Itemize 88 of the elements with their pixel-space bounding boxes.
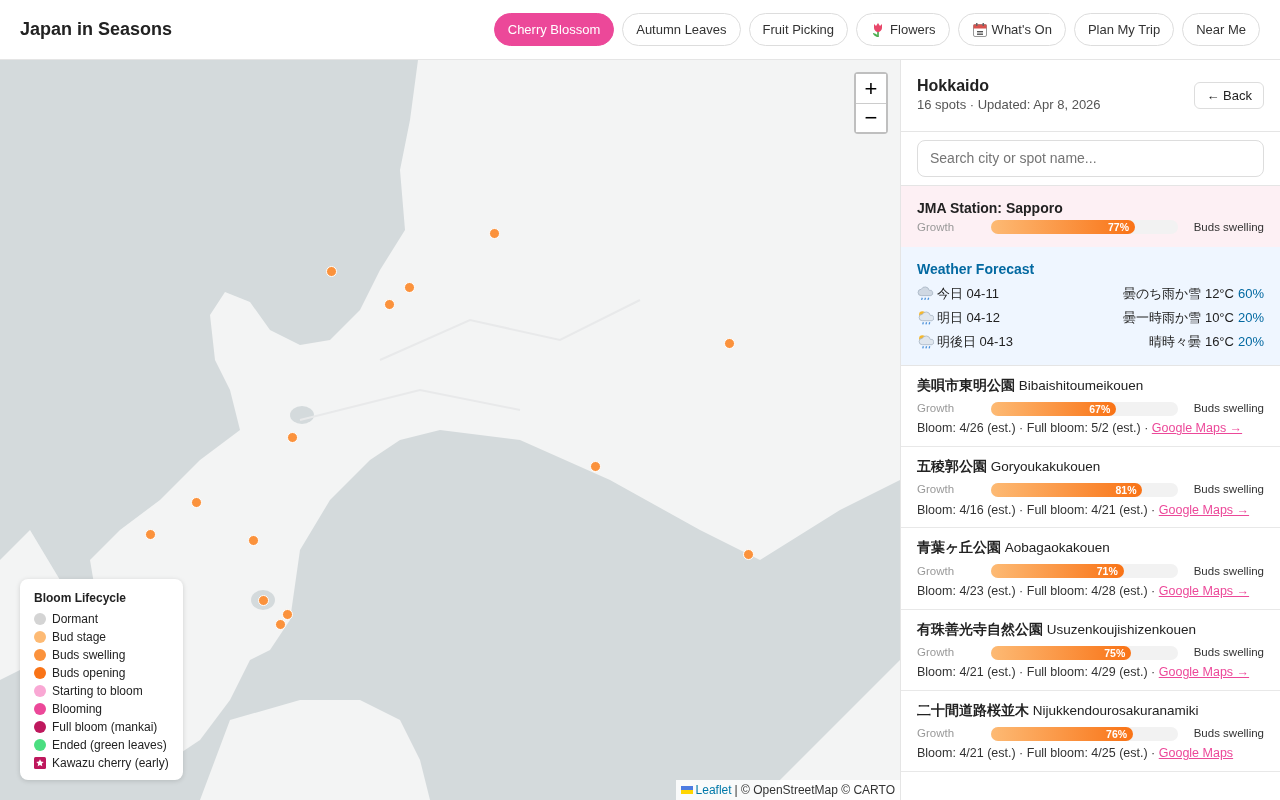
spot-name: 美唄市東明公園 Bibaishitoumeikouen bbox=[917, 376, 1145, 395]
region-title: Hokkaido bbox=[917, 76, 990, 96]
status-text: Buds swelling bbox=[1193, 563, 1264, 579]
station-title: JMA Station: Sapporo bbox=[917, 198, 1064, 218]
forecast-day: 今日 04-11 bbox=[937, 284, 999, 304]
google-maps-link[interactable]: Google Maps → bbox=[1151, 421, 1243, 436]
map-marker[interactable] bbox=[743, 549, 754, 560]
sun-cloud-rain-icon bbox=[917, 333, 934, 351]
forecast-day: 明後日 04-13 bbox=[937, 332, 1013, 352]
forecast-text: 曇一時雨か雪 10°C bbox=[1123, 309, 1234, 328]
back-button[interactable]: ← Back bbox=[1194, 81, 1264, 110]
bloom-dates: Bloom: 4/23 (est.) · Full bloom: 4/28 (est.) · Google Maps → bbox=[917, 582, 1251, 600]
nav-tab[interactable]: Fruit Picking bbox=[748, 12, 849, 47]
progress-fill: 77% bbox=[991, 220, 1135, 235]
bloom-dates: Bloom: 4/21 (est.) · Full bloom: 4/29 (est.) · Google Maps → bbox=[917, 664, 1251, 682]
map-marker[interactable] bbox=[275, 619, 286, 630]
search-field[interactable]: Search city or spot name... bbox=[917, 139, 1264, 177]
growth-label: Growth bbox=[917, 563, 956, 579]
rain-cloud-icon bbox=[917, 285, 934, 303]
status-text: Buds swelling bbox=[1193, 219, 1264, 235]
attribution-text: | © OpenStreetMap © CARTO bbox=[734, 782, 895, 799]
map-marker[interactable] bbox=[258, 595, 269, 606]
map-marker[interactable] bbox=[724, 338, 735, 349]
nav-tab[interactable]: Near Me bbox=[1182, 12, 1260, 47]
legend-label: Starting to bloom bbox=[52, 683, 143, 700]
progress-fill: 75% bbox=[991, 645, 1132, 660]
google-maps-link[interactable]: Google Maps → bbox=[1158, 665, 1250, 680]
spot-name: 二十間道路桜並木 Nijukkendourosakuranamiki bbox=[917, 701, 1200, 720]
map-marker[interactable] bbox=[282, 609, 293, 620]
nav-tab[interactable]: Plan My Trip bbox=[1073, 12, 1175, 47]
bloom-dates: Bloom: 4/16 (est.) · Full bloom: 4/21 (est.) · Google Maps → bbox=[917, 501, 1251, 519]
status-text: Buds swelling bbox=[1193, 482, 1264, 498]
legend-title: Bloom Lifecycle bbox=[34, 590, 128, 607]
flag-icon bbox=[680, 786, 693, 794]
growth-label: Growth bbox=[917, 482, 956, 498]
progress-fill: 67% bbox=[991, 401, 1117, 416]
rain-chance: 20% bbox=[1237, 333, 1264, 352]
google-maps-link[interactable]: Google Maps → bbox=[1158, 502, 1250, 517]
growth-label: Growth bbox=[917, 644, 956, 660]
nav-tab[interactable]: Cherry Blossom bbox=[493, 12, 615, 47]
weather-title: Weather Forecast bbox=[917, 259, 1036, 279]
status-text: Buds swelling bbox=[1193, 644, 1264, 660]
legend-label: Ended (green leaves) bbox=[52, 737, 167, 754]
map-marker[interactable] bbox=[287, 432, 298, 443]
rain-chance: 60% bbox=[1237, 285, 1264, 304]
forecast-text: 曇のち雨か雪 12°C bbox=[1123, 285, 1234, 304]
nav-tab[interactable]: Flowers bbox=[856, 12, 950, 47]
zoom-out-button[interactable]: − bbox=[856, 103, 886, 132]
spot-name: 五稜郭公園 Goryoukakukouen bbox=[917, 458, 1102, 477]
spot-name: 青葉ヶ丘公園 Aobagaokakouen bbox=[917, 539, 1111, 558]
sun-cloud-rain-icon bbox=[917, 309, 934, 327]
legend-label: Buds opening bbox=[52, 665, 126, 682]
legend-label: Kawazu cherry (early) bbox=[52, 755, 169, 772]
spot-name: 有珠善光寺自然公園 Usuzenkoujishizenkouen bbox=[917, 620, 1198, 639]
map-marker[interactable] bbox=[590, 461, 601, 472]
map-marker[interactable] bbox=[248, 535, 259, 546]
rain-chance: 20% bbox=[1237, 309, 1264, 328]
growth-label: Growth bbox=[917, 401, 956, 417]
calendar-icon bbox=[971, 21, 988, 38]
forecast-text: 晴時々曇 16°C bbox=[1149, 333, 1234, 352]
google-maps-link[interactable]: Google Maps bbox=[1158, 746, 1234, 761]
nav-tab[interactable]: Autumn Leaves bbox=[622, 12, 741, 47]
bloom-dates: Bloom: 4/21 (est.) · Full bloom: 4/25 (est.) · Google Maps bbox=[917, 745, 1235, 763]
map-marker[interactable] bbox=[145, 529, 156, 540]
growth-label: Growth bbox=[917, 726, 956, 742]
legend-label: Blooming bbox=[52, 701, 103, 718]
progress-fill: 71% bbox=[991, 564, 1124, 579]
status-text: Buds swelling bbox=[1193, 726, 1264, 742]
map-marker[interactable] bbox=[191, 497, 202, 508]
legend-label: Bud stage bbox=[52, 629, 107, 646]
progress-fill: 81% bbox=[991, 483, 1143, 498]
google-maps-link[interactable]: Google Maps → bbox=[1158, 583, 1250, 598]
map-marker[interactable] bbox=[404, 282, 415, 293]
map-marker[interactable] bbox=[326, 266, 337, 277]
progress-fill: 76% bbox=[991, 726, 1134, 741]
legend-label: Dormant bbox=[52, 611, 98, 628]
growth-label: Growth bbox=[917, 219, 956, 235]
legend-label: Buds swelling bbox=[52, 647, 126, 664]
region-subtitle: 16 spots · Updated: Apr 8, 2026 bbox=[917, 96, 1101, 115]
bloom-dates: Bloom: 4/26 (est.) · Full bloom: 5/2 (est.) · Google Maps → bbox=[917, 420, 1244, 438]
attribution-link[interactable]: Leaflet bbox=[695, 781, 732, 799]
legend-label: Full bloom (mankai) bbox=[52, 719, 158, 736]
forecast-day: 明日 04-12 bbox=[937, 308, 1000, 328]
status-text: Buds swelling bbox=[1193, 401, 1264, 417]
map-marker[interactable] bbox=[489, 228, 500, 239]
app-title: Japan in Seasons bbox=[20, 18, 173, 41]
nav-tab[interactable]: What's On bbox=[957, 12, 1066, 47]
map-marker[interactable] bbox=[384, 299, 395, 310]
